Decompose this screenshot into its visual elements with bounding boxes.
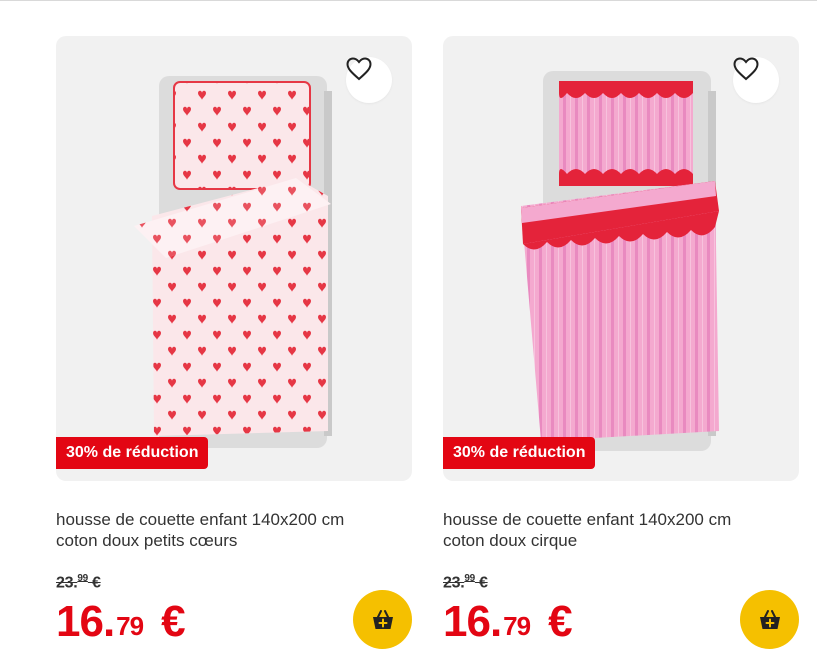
product-title-line2: coton doux cirque (443, 531, 578, 550)
product-title[interactable]: housse de couette enfant 140x200 cm coto… (56, 509, 396, 551)
sale-price-whole: 16. (56, 597, 115, 646)
basket-add-icon (759, 609, 780, 629)
product-title-line2: coton doux petits cœurs (56, 531, 238, 550)
sale-price-cents: 79 (116, 611, 144, 641)
product-title[interactable]: housse de couette enfant 140x200 cm coto… (443, 509, 783, 551)
heart-outline-icon (733, 57, 759, 81)
favorite-button[interactable] (346, 57, 392, 103)
original-price-cents: 99 (464, 573, 475, 584)
product-title-line1: housse de couette enfant 140x200 cm (443, 510, 732, 529)
original-price-whole: 23. (56, 574, 78, 592)
sale-price-currency: € (548, 597, 573, 646)
sale-price-cents: 79 (503, 611, 531, 641)
product-image[interactable]: 30% de réduction (56, 36, 412, 481)
original-price: 23.99 € (443, 573, 488, 592)
sale-price: 16.79 € (443, 594, 573, 650)
original-price-cents: 99 (77, 573, 88, 584)
heart-outline-icon (346, 57, 372, 81)
original-price-whole: 23. (443, 574, 465, 592)
original-price-currency: € (479, 574, 488, 592)
favorite-button[interactable] (733, 57, 779, 103)
duvet-hearts-illustration (134, 76, 332, 448)
product-title-line1: housse de couette enfant 140x200 cm (56, 510, 345, 529)
add-to-cart-button[interactable] (353, 590, 412, 649)
original-price-currency: € (92, 574, 101, 592)
sale-price-whole: 16. (443, 597, 502, 646)
product-card[interactable]: 30% de réduction housse de couette enfan… (443, 36, 799, 654)
duvet-stripes-illustration (521, 71, 719, 451)
sale-price-currency: € (161, 597, 186, 646)
original-price: 23.99 € (56, 573, 101, 592)
top-divider (0, 0, 817, 1)
product-card[interactable]: 30% de réduction housse de couette enfan… (56, 36, 412, 654)
product-image[interactable]: 30% de réduction (443, 36, 799, 481)
discount-badge: 30% de réduction (443, 437, 596, 469)
discount-badge: 30% de réduction (56, 437, 209, 469)
sale-price: 16.79 € (56, 594, 186, 650)
basket-add-icon (372, 609, 393, 629)
add-to-cart-button[interactable] (740, 590, 799, 649)
